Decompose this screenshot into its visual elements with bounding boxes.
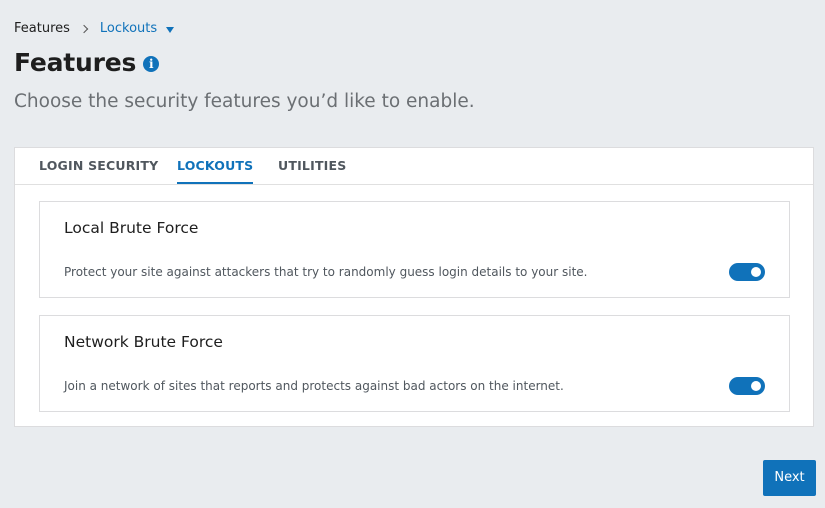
feature-description: Protect your site against attackers that…	[64, 265, 588, 279]
caret-down-icon[interactable]	[166, 26, 175, 33]
feature-card-network-brute-force: Network Brute Force Join a network of si…	[39, 315, 790, 412]
page-subtitle: Choose the security features you’d like …	[14, 91, 475, 112]
breadcrumb-root[interactable]: Features	[14, 21, 70, 37]
toggle-knob	[751, 267, 761, 277]
feature-card-local-brute-force: Local Brute Force Protect your site agai…	[39, 201, 790, 298]
toggle-knob	[751, 381, 761, 391]
tab-lockouts[interactable]: LOCKOUTS	[177, 148, 254, 184]
page-header: Features i	[14, 47, 160, 79]
tab-login-security[interactable]: LOGIN SECURITY	[39, 148, 158, 184]
tab-utilities[interactable]: UTILITIES	[278, 148, 346, 184]
tab-bar: LOGIN SECURITY LOCKOUTS UTILITIES	[15, 148, 813, 185]
next-button[interactable]: Next	[763, 460, 816, 496]
feature-description: Join a network of sites that reports and…	[64, 379, 564, 393]
feature-title: Network Brute Force	[64, 333, 223, 351]
breadcrumb-current[interactable]: Lockouts	[100, 21, 157, 37]
breadcrumb: Features Lockouts	[14, 21, 175, 37]
feature-title: Local Brute Force	[64, 219, 199, 237]
local-brute-force-toggle[interactable]	[729, 263, 765, 281]
features-panel: LOGIN SECURITY LOCKOUTS UTILITIES Local …	[14, 147, 814, 427]
page-title: Features	[14, 48, 137, 77]
info-icon[interactable]: i	[143, 56, 160, 72]
chevron-right-icon	[79, 24, 89, 34]
network-brute-force-toggle[interactable]	[729, 377, 765, 395]
